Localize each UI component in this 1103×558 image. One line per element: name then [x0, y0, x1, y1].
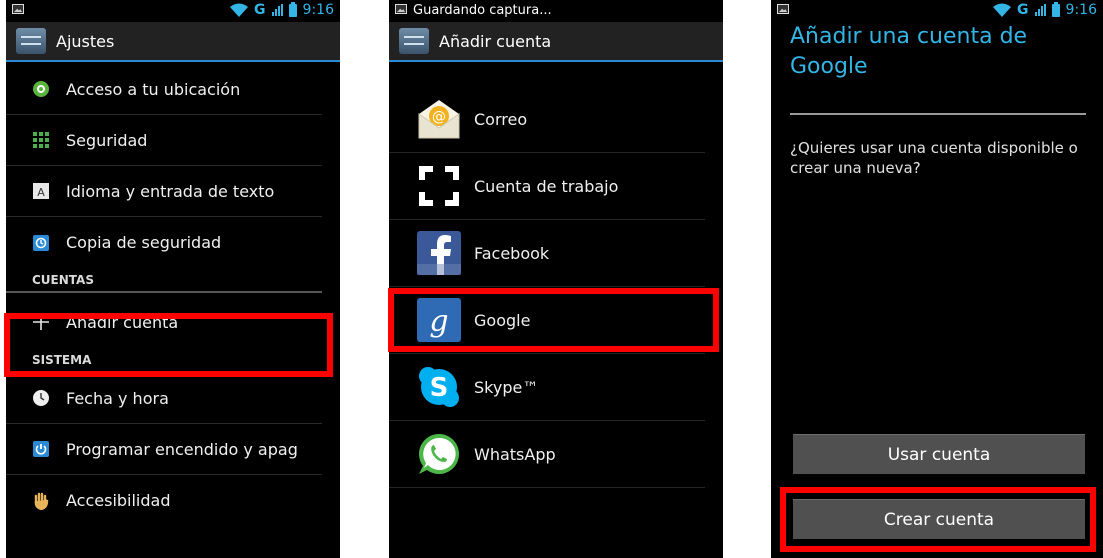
highlight-add-account: [4, 313, 333, 377]
settings-item-label: Idioma y entrada de texto: [66, 181, 275, 201]
settings-item-label: Seguridad: [66, 130, 148, 150]
account-type-email[interactable]: @ Correo: [389, 86, 705, 153]
settings-item-location[interactable]: Acceso a tu ubicación: [6, 64, 322, 115]
battery-icon: [1051, 1, 1060, 17]
signal-icon: [271, 4, 283, 16]
page-title: Añadir cuenta: [439, 31, 552, 51]
page-title: Ajustes: [56, 31, 115, 51]
security-icon: [32, 131, 50, 149]
settings-list: Acceso a tu ubicación Seguridad A Idioma…: [6, 64, 340, 526]
section-header-accounts: CUENTAS: [6, 268, 322, 293]
email-icon: @: [416, 96, 462, 142]
skype-icon: S: [416, 364, 462, 410]
wifi-icon: [230, 3, 249, 17]
settings-item-label: Acceso a tu ubicación: [66, 79, 241, 99]
account-type-whatsapp[interactable]: WhatsApp: [389, 421, 705, 488]
settings-item-label: Copia de seguridad: [66, 233, 222, 252]
screenshot-notification-icon: [12, 4, 24, 14]
account-type-label: WhatsApp: [474, 444, 556, 464]
account-type-skype[interactable]: S Skype™: [389, 354, 705, 421]
settings-app-icon[interactable]: [399, 28, 429, 54]
settings-item-language[interactable]: A Idioma y entrada de texto: [6, 166, 322, 217]
status-notification-text: Guardando captura...: [413, 3, 552, 18]
status-bar: G 9:16: [771, 0, 1103, 22]
settings-app-icon[interactable]: [16, 28, 46, 54]
settings-item-accessibility[interactable]: Accesibilidad: [6, 475, 322, 526]
account-type-label: Facebook: [474, 243, 550, 263]
page-title: Añadir una cuenta de Google: [790, 24, 1028, 79]
backup-icon: [32, 234, 50, 252]
hand-icon: [32, 492, 50, 510]
action-bar: Añadir cuenta: [389, 22, 723, 62]
language-icon: A: [32, 182, 50, 200]
battery-icon: [288, 1, 297, 17]
title-divider: [790, 113, 1086, 115]
settings-item-backup[interactable]: Copia de seguridad: [6, 217, 322, 268]
account-type-work[interactable]: Cuenta de trabajo: [389, 153, 705, 220]
location-icon: [32, 80, 50, 98]
work-account-icon: [416, 163, 462, 209]
svg-text:@: @: [432, 109, 446, 125]
settings-item-security[interactable]: Seguridad: [6, 115, 322, 166]
settings-screen: G 9:16 Ajustes Acceso a tu ubicación Seg…: [6, 0, 340, 558]
account-type-label: Cuenta de trabajo: [474, 176, 619, 196]
google-account-screen: G 9:16 Añadir una cuenta de Google ¿Quie…: [771, 0, 1103, 558]
highlight-create-account: [780, 487, 1096, 552]
status-time: 9:16: [1065, 2, 1097, 18]
settings-item-label: Programar encendido y apag: [66, 439, 298, 459]
screenshot-notification-icon: [777, 4, 789, 14]
signal-icon: [1034, 4, 1046, 16]
whatsapp-icon: [416, 431, 462, 477]
svg-text:A: A: [37, 186, 45, 199]
wifi-icon: [993, 3, 1012, 17]
account-type-list: @ Correo Cuenta de trabajo Facebook g Go…: [389, 86, 723, 488]
status-bar: G 9:16: [6, 0, 340, 22]
question-text: ¿Quieres usar una cuenta disponible o cr…: [790, 139, 1078, 177]
facebook-icon: [416, 230, 462, 276]
network-type: G: [254, 2, 266, 18]
power-schedule-icon: [32, 440, 50, 458]
account-type-label: Skype™: [474, 377, 539, 397]
status-time: 9:16: [302, 2, 334, 18]
network-type: G: [1017, 2, 1029, 18]
settings-item-date-time[interactable]: Fecha y hora: [6, 373, 322, 424]
svg-text:S: S: [430, 373, 449, 403]
highlight-google: [388, 288, 719, 352]
clock-icon: [32, 389, 50, 407]
account-type-facebook[interactable]: Facebook: [389, 220, 705, 287]
settings-item-power-schedule[interactable]: Programar encendido y apag: [6, 424, 322, 475]
action-bar: Ajustes: [6, 22, 340, 62]
use-account-button[interactable]: Usar cuenta: [793, 434, 1085, 474]
settings-item-label: Accesibilidad: [66, 491, 171, 510]
status-bar: Guardando captura...: [389, 0, 723, 22]
settings-item-label: Fecha y hora: [66, 388, 169, 408]
account-type-label: Correo: [474, 109, 528, 129]
add-account-screen: Guardando captura... Añadir cuenta @ Cor…: [389, 0, 723, 558]
screenshot-notification-icon: [395, 4, 407, 14]
